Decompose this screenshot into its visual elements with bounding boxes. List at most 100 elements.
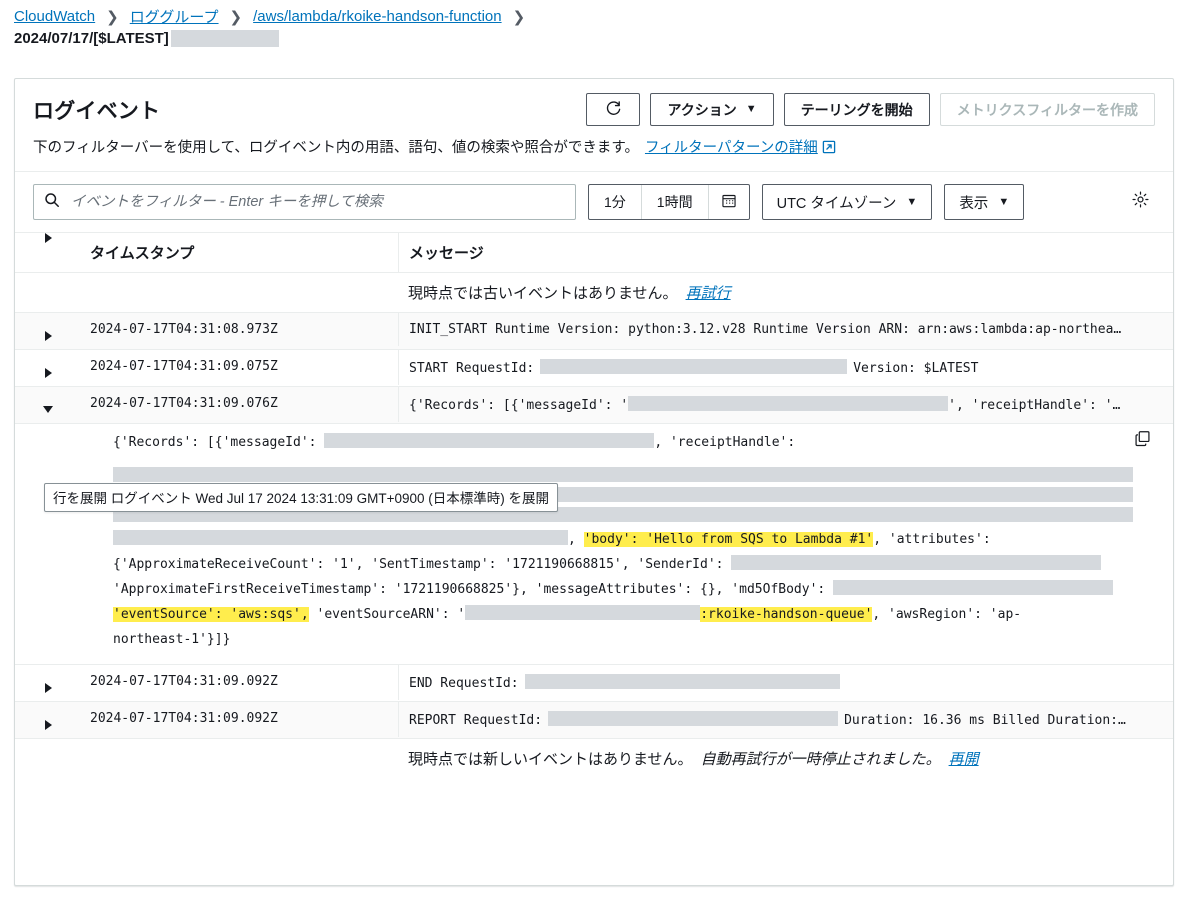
timezone-dropdown-button[interactable]: UTC タイムゾーン ▼	[761, 184, 933, 220]
row-expand-toggle[interactable]	[15, 350, 81, 386]
panel-description-text: 下のフィルターバーを使用して、ログイベント内の用語、語句、値の検索や照合ができま…	[33, 140, 639, 156]
breadcrumb-item-log-groups[interactable]: ロググループ	[130, 6, 219, 27]
redacted-line	[113, 530, 568, 545]
retry-link[interactable]: 再試行	[686, 285, 731, 302]
settings-button[interactable]	[1123, 185, 1157, 219]
auto-retry-paused-text: 自動再試行が一時停止されました。	[700, 751, 941, 768]
panel-description: 下のフィルターバーを使用して、ログイベント内の用語、語句、値の検索や照合ができま…	[33, 136, 1155, 157]
spacer-cell	[15, 273, 81, 309]
filter-bar: 1分 1時間 UTC タイムゾーン ▼ 表示	[15, 172, 1173, 232]
table-row[interactable]: 2024-07-17T04:31:09.075Z START RequestId…	[15, 350, 1173, 387]
display-label: 表示	[959, 195, 989, 212]
panel-action-buttons: アクション ▼ テーリングを開始 メトリクスフィルターを作成	[586, 93, 1155, 126]
breadcrumb-separator-icon: ❯	[106, 8, 119, 26]
actions-dropdown-button[interactable]: アクション ▼	[650, 93, 774, 126]
row-timestamp: 2024-07-17T04:31:09.092Z	[90, 674, 278, 689]
external-link-icon[interactable]	[822, 140, 836, 154]
calendar-icon	[721, 193, 737, 212]
row-timestamp: 2024-07-17T04:31:09.076Z	[90, 396, 278, 411]
spacer-cell	[81, 273, 398, 291]
breadcrumb-item-log-group-name[interactable]: /aws/lambda/rkoike-handson-function	[253, 8, 501, 25]
resume-link[interactable]: 再開	[949, 751, 979, 768]
row-message-suffix: Version: $LATEST	[853, 361, 979, 376]
breadcrumb-separator-icon: ❯	[229, 8, 243, 26]
detail-line-timestamps: 'ApproximateFirstReceiveTimestamp': '172…	[113, 577, 1133, 602]
row-expand-toggle[interactable]	[15, 665, 81, 701]
row-message: START RequestId: Version: $LATEST	[398, 350, 1173, 385]
newer-events-notice-row: 現時点では新しいイベントはありません。 自動再試行が一時停止されました。 再開	[15, 739, 1173, 778]
log-events-panel: ログイベント アクション ▼ テーリングを開始 メトリクスフィルターを作成 下の…	[14, 78, 1174, 886]
custom-range-button[interactable]	[707, 185, 749, 219]
row-message: INIT_START Runtime Version: python:3.12.…	[398, 313, 1173, 346]
detail-line-body: , 'body': 'Hello from SQS to Lambda #1',…	[113, 527, 1133, 552]
table-row[interactable]: 2024-07-17T04:31:09.092Z REPORT RequestI…	[15, 702, 1173, 739]
redacted-message-id	[628, 396, 949, 411]
copy-icon[interactable]	[1134, 430, 1151, 456]
row-timestamp: 2024-07-17T04:31:08.973Z	[90, 322, 278, 337]
redacted-stream-suffix	[170, 30, 279, 47]
row-message-mid: ', 'receiptHandle': '	[948, 398, 1113, 413]
breadcrumb-current-row: 2024/07/17/[$LATEST]	[0, 27, 1188, 47]
row-timestamp: 2024-07-17T04:31:09.092Z	[90, 711, 278, 726]
redacted-line	[113, 467, 1133, 482]
detail-line-attributes: {'ApproximateReceiveCount': '1', 'SentTi…	[113, 552, 1133, 577]
table-row[interactable]: 2024-07-17T04:31:08.973Z INIT_START Runt…	[15, 313, 1173, 350]
redacted-event-source-arn	[465, 605, 701, 620]
spacer-cell	[81, 739, 398, 757]
row-timestamp: 2024-07-17T04:31:09.075Z	[90, 359, 278, 374]
redacted-md5	[833, 580, 1114, 595]
column-header-timestamp[interactable]: タイムスタンプ	[81, 242, 398, 263]
create-metric-filter-button[interactable]: メトリクスフィルターを作成	[939, 93, 1155, 126]
timezone-label: UTC タイムゾーン	[776, 195, 897, 212]
range-1h-button[interactable]: 1時間	[640, 185, 708, 219]
search-icon	[44, 192, 60, 213]
refresh-icon	[605, 100, 622, 120]
row-message-suffix: Duration: 16.36 ms Billed Duration:…	[844, 713, 1126, 728]
range-1m-button[interactable]: 1分	[589, 185, 641, 219]
detail-line-eventsource: 'eventSource': 'aws:sqs', 'eventSourceAR…	[113, 602, 1133, 627]
chevron-right-icon	[44, 719, 52, 730]
column-header-message[interactable]: メッセージ	[398, 233, 1173, 272]
breadcrumb-item-cloudwatch[interactable]: CloudWatch	[14, 8, 95, 25]
table-row[interactable]: 2024-07-17T04:31:09.092Z END RequestId:	[15, 665, 1173, 702]
search-input[interactable]	[69, 185, 565, 219]
chevron-down-icon	[43, 406, 53, 413]
detail-body-comma: ,	[568, 532, 584, 547]
expand-all-toggle[interactable]	[15, 233, 81, 243]
actions-dropdown-label: アクション	[667, 101, 737, 118]
row-expand-toggle[interactable]	[15, 702, 81, 738]
older-events-text: 現時点では古いイベントはありません。	[408, 285, 678, 302]
redacted-request-id	[524, 674, 840, 689]
start-tailing-button[interactable]: テーリングを開始	[783, 93, 930, 126]
expanded-event-detail: {'Records': [{'messageId': , 'receiptHan…	[15, 424, 1173, 665]
chevron-down-icon: ▼	[745, 103, 757, 115]
chevron-down-icon: ▼	[906, 196, 918, 208]
row-expand-toggle[interactable]	[15, 313, 81, 349]
detail-attributes-text: {'ApproximateReceiveCount': '1', 'SentTi…	[113, 557, 732, 572]
redacted-message-id	[324, 433, 655, 448]
row-message-prefix: {'Records': [{'messageId': '	[409, 398, 629, 413]
breadcrumb: CloudWatch ❯ ロググループ ❯ /aws/lambda/rkoike…	[0, 0, 1188, 27]
row-message-prefix: START RequestId:	[409, 361, 535, 376]
filter-pattern-help-link[interactable]: フィルターパターンの詳細	[645, 136, 818, 157]
row-message: END RequestId:	[398, 665, 1173, 700]
refresh-button[interactable]	[586, 93, 641, 126]
detail-body-attributes: , 'attributes':	[873, 532, 999, 547]
breadcrumb-current-stream: 2024/07/17/[$LATEST]	[14, 30, 169, 47]
row-message-prefix: END RequestId:	[409, 676, 519, 691]
row-expand-tooltip: 行を展開 ログイベント Wed Jul 17 2024 13:31:09 GMT…	[44, 483, 559, 512]
detail-line-region: northeast-1'}]}	[113, 632, 231, 647]
detail-line-1-text-2: , 'receiptHandle':	[654, 435, 804, 450]
older-events-notice: 現時点では古いイベントはありません。 再試行	[398, 273, 1173, 312]
older-events-notice-row: 現時点では古いイベントはありません。 再試行	[15, 273, 1173, 313]
breadcrumb-separator-icon: ❯	[512, 8, 526, 26]
search-box[interactable]	[33, 184, 576, 220]
redacted-request-id	[548, 711, 839, 726]
table-row-expanded[interactable]: 2024-07-17T04:31:09.076Z {'Records': [{'…	[15, 387, 1173, 424]
detail-line-1: {'Records': [{'messageId': , 'receiptHan…	[113, 430, 1133, 455]
row-collapse-toggle[interactable]	[15, 387, 81, 423]
gear-icon	[1131, 190, 1150, 214]
panel-header: ログイベント アクション ▼ テーリングを開始 メトリクスフィルターを作成 下の…	[15, 79, 1173, 157]
spacer-cell	[15, 739, 81, 775]
display-dropdown-button[interactable]: 表示 ▼	[944, 184, 1025, 220]
